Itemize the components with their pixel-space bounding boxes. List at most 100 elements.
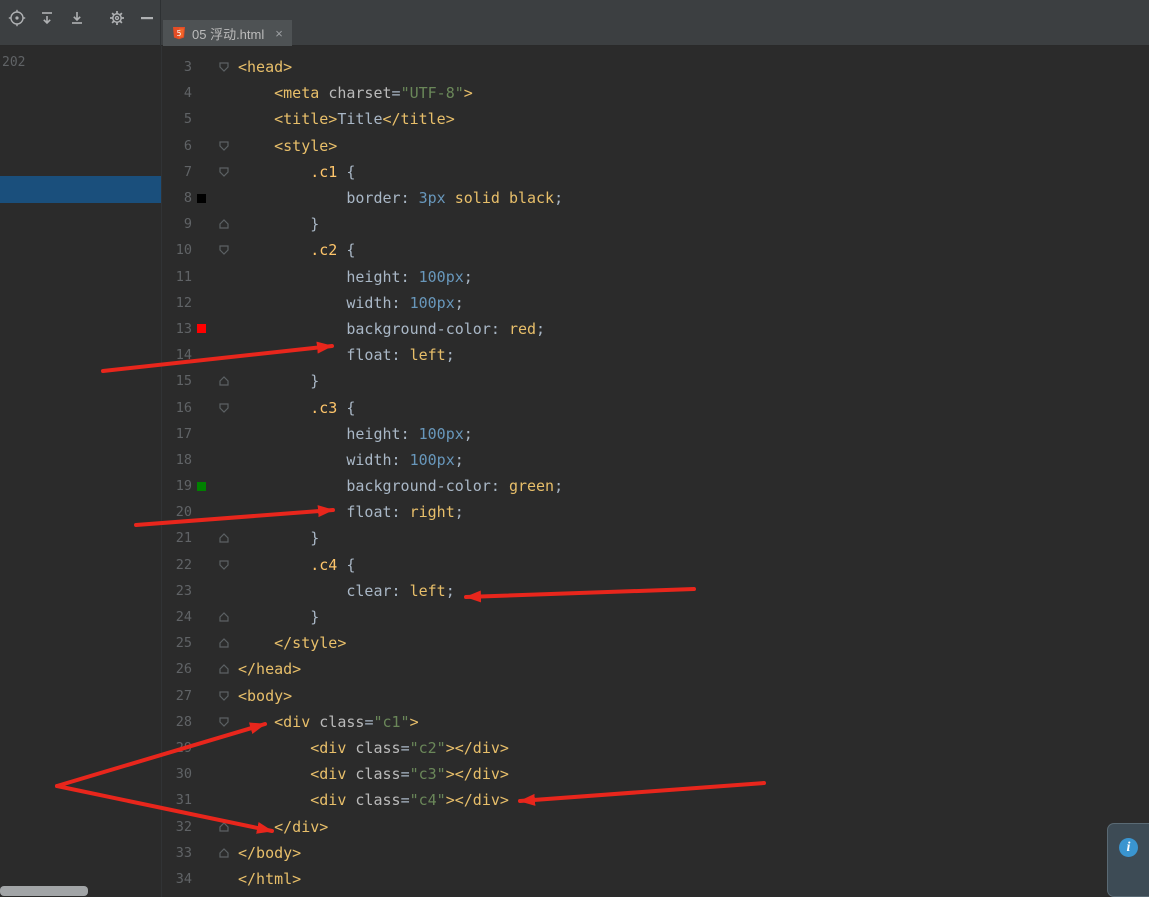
code-editor[interactable]: 3 <head> 4 <meta charset="UTF-8"> 5 <title>… — [161, 46, 1149, 897]
color-preview-swatch[interactable] — [196, 324, 206, 334]
code-lines-container: 3 <head> 4 <meta charset="UTF-8"> 5 <title>… — [162, 54, 1149, 892]
code-token: ; — [554, 477, 564, 496]
code-line[interactable]: 31 <div class="c4"></div> — [162, 787, 1149, 813]
code-line[interactable]: 15 } — [162, 368, 1149, 394]
locate-icon[interactable] — [2, 4, 32, 32]
code-line[interactable]: 26 </head> — [162, 656, 1149, 682]
gutter-swatch-column — [192, 324, 210, 334]
code-line[interactable]: 27 <body> — [162, 683, 1149, 709]
code-token: = — [400, 765, 410, 784]
collapse-all-icon[interactable] — [62, 4, 92, 32]
line-number: 11 — [175, 268, 192, 285]
hide-panel-icon[interactable] — [132, 4, 162, 32]
code-line[interactable]: 18 width: 100px; — [162, 447, 1149, 473]
code-token: class — [355, 738, 401, 757]
code-line[interactable]: 14 float: left; — [162, 342, 1149, 368]
horizontal-scrollbar-thumb[interactable] — [0, 886, 88, 896]
code-fold-up-icon[interactable] — [210, 218, 238, 230]
code-line[interactable]: 32 </div> — [162, 813, 1149, 839]
code-line[interactable]: 10 .c2 { — [162, 237, 1149, 263]
code-token: "c1" — [373, 712, 410, 731]
code-token: </title> — [382, 110, 455, 129]
code-line[interactable]: 6 <style> — [162, 133, 1149, 159]
code-fold-up-icon[interactable] — [210, 637, 238, 649]
code-token: <title> — [274, 110, 338, 129]
code-line[interactable]: 17 height: 100px; — [162, 421, 1149, 447]
line-number: 12 — [175, 294, 192, 311]
code-line[interactable]: 12 width: 100px; — [162, 290, 1149, 316]
gutter-swatch-column — [192, 481, 210, 491]
tab-05-float-html[interactable]: 5 05 浮动.html × — [163, 20, 292, 46]
code-fold-down-icon[interactable] — [210, 716, 238, 728]
selection-highlight-bar[interactable] — [0, 176, 161, 203]
code-token: ></div> — [445, 765, 509, 784]
code-line[interactable]: 21 } — [162, 525, 1149, 551]
code-line[interactable]: 9 } — [162, 211, 1149, 237]
code-fold-up-icon[interactable] — [210, 821, 238, 833]
code-fold-up-icon[interactable] — [210, 532, 238, 544]
code-fold-down-icon[interactable] — [210, 140, 238, 152]
color-preview-swatch[interactable] — [196, 193, 206, 203]
notification-popup[interactable]: i — [1107, 823, 1149, 897]
code-text: width: 100px; — [238, 293, 463, 312]
line-number: 20 — [175, 504, 192, 521]
code-line[interactable]: 30 <div class="c3"></div> — [162, 761, 1149, 787]
code-fold-down-icon[interactable] — [210, 402, 238, 414]
code-fold-down-icon[interactable] — [210, 244, 238, 256]
code-fold-up-icon[interactable] — [210, 663, 238, 675]
code-token: : — [490, 319, 509, 338]
line-number: 24 — [175, 609, 192, 626]
code-line[interactable]: 8 border: 3px solid black; — [162, 185, 1149, 211]
code-line[interactable]: 24 } — [162, 604, 1149, 630]
code-line[interactable]: 5 <title>Title</title> — [162, 106, 1149, 132]
code-line[interactable]: 16 .c3 { — [162, 394, 1149, 420]
code-line[interactable]: 7 .c1 { — [162, 159, 1149, 185]
line-number: 28 — [175, 713, 192, 730]
line-number: 13 — [175, 320, 192, 337]
code-fold-down-icon[interactable] — [210, 559, 238, 571]
code-line[interactable]: 25 </style> — [162, 630, 1149, 656]
code-token: class — [319, 712, 365, 731]
code-token: width — [346, 293, 392, 312]
code-line[interactable]: 13 background-color: red; — [162, 316, 1149, 342]
code-line[interactable]: 22 .c4 { — [162, 552, 1149, 578]
expand-all-icon[interactable] — [32, 4, 62, 32]
code-token: <head> — [238, 58, 293, 77]
code-token: </div> — [274, 817, 329, 836]
code-token: .c3 — [310, 398, 338, 417]
tab-close-icon[interactable]: × — [275, 27, 283, 40]
code-fold-down-icon[interactable] — [210, 166, 238, 178]
code-line[interactable]: 19 background-color: green; — [162, 473, 1149, 499]
code-fold-up-icon[interactable] — [210, 375, 238, 387]
code-line[interactable]: 28 <div class="c1"> — [162, 709, 1149, 735]
code-line[interactable]: 4 <meta charset="UTF-8"> — [162, 80, 1149, 106]
code-fold-up-icon[interactable] — [210, 611, 238, 623]
code-line[interactable]: 23 clear: left; — [162, 578, 1149, 604]
code-token: : — [400, 267, 419, 286]
info-icon[interactable]: i — [1119, 838, 1138, 857]
code-token: { — [337, 241, 356, 260]
code-fold-down-icon[interactable] — [210, 61, 238, 73]
code-line[interactable]: 20 float: right; — [162, 499, 1149, 525]
code-line[interactable]: 29 <div class="c2"></div> — [162, 735, 1149, 761]
code-text: background-color: green; — [238, 477, 563, 495]
code-fold-down-icon[interactable] — [210, 690, 238, 702]
code-line[interactable]: 3 <head> — [162, 54, 1149, 80]
settings-gear-icon[interactable] — [102, 4, 132, 32]
code-token: ; — [463, 267, 473, 286]
code-line[interactable]: 34 </html> — [162, 866, 1149, 892]
code-text: </style> — [238, 634, 346, 652]
code-line[interactable]: 33 </body> — [162, 840, 1149, 866]
color-preview-swatch[interactable] — [196, 481, 206, 491]
code-token: <meta — [274, 84, 329, 103]
code-token: .c1 — [310, 162, 338, 181]
line-number: 21 — [175, 530, 192, 547]
code-fold-up-icon[interactable] — [210, 847, 238, 859]
code-line[interactable]: 11 height: 100px; — [162, 264, 1149, 290]
code-token: float — [346, 503, 392, 522]
